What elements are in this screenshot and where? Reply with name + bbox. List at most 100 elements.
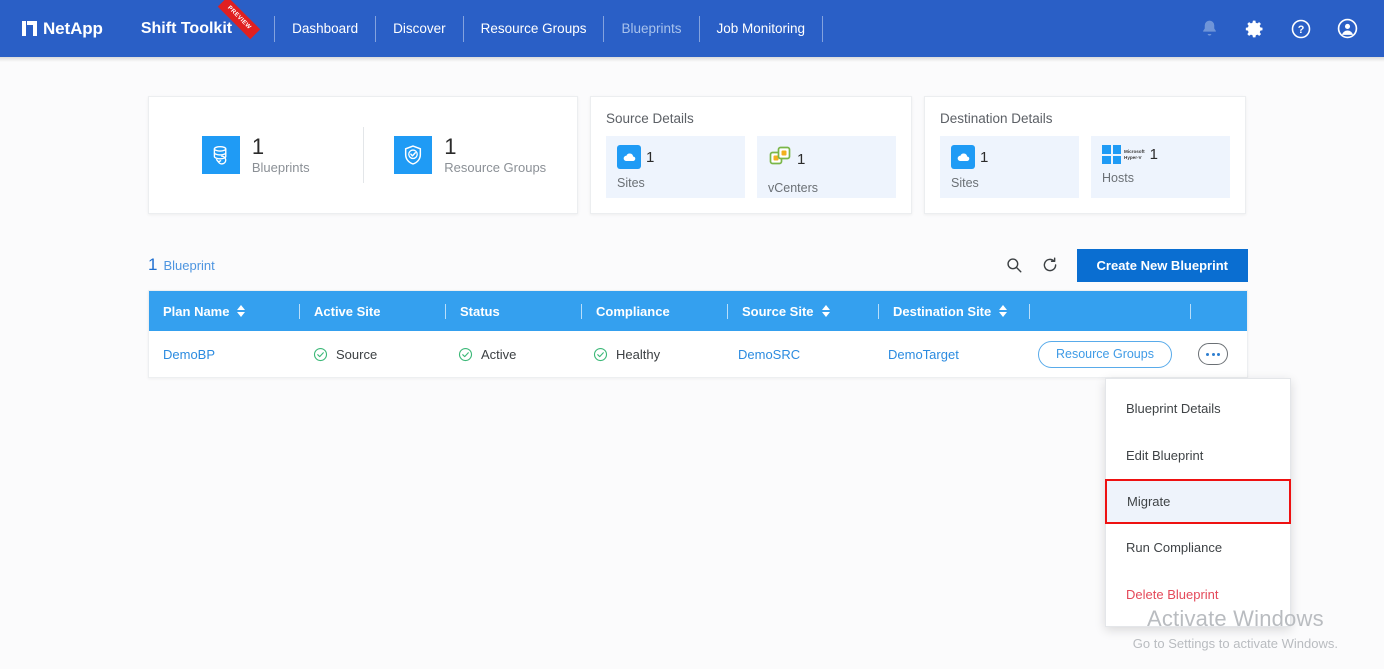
source-vcenters-value: 1 (797, 151, 805, 168)
top-navigation-bar: NetApp Shift Toolkit PREVIEW Dashboard D… (0, 0, 1384, 57)
destination-sites-value: 1 (980, 149, 988, 166)
source-sites-tile[interactable]: 1 Sites (606, 136, 745, 198)
cell-more-actions (1184, 331, 1247, 377)
nav-item-resource-groups[interactable]: Resource Groups (464, 16, 604, 42)
blueprints-count-block[interactable]: 1 Blueprints (149, 135, 363, 175)
blueprint-count-value: 1 (148, 255, 157, 275)
cell-active-site: Source (299, 331, 444, 377)
cell-active-site-text: Source (336, 347, 377, 362)
resource-groups-button[interactable]: Resource Groups (1038, 341, 1172, 368)
destination-sites-label: Sites (951, 176, 1068, 190)
sort-arrows-icon (822, 305, 830, 317)
cell-resource-groups: Resource Groups (1024, 331, 1184, 377)
notifications-bell-icon[interactable] (1198, 18, 1220, 40)
resource-groups-count-value: 1 (444, 135, 546, 158)
destination-hosts-tile[interactable]: Microsoft Hyper-V 1 Hosts (1091, 136, 1230, 198)
user-avatar-icon[interactable] (1336, 18, 1358, 40)
nav-divider (822, 16, 823, 42)
column-header-active-site[interactable]: Active Site (300, 291, 445, 331)
more-actions-icon[interactable] (1198, 343, 1228, 365)
menu-item-run-compliance[interactable]: Run Compliance (1106, 524, 1290, 571)
source-details-title: Source Details (606, 111, 896, 126)
table-row[interactable]: DemoBP Source (149, 331, 1247, 377)
page-content: 1 Blueprints 1 Resou (0, 62, 1384, 669)
menu-item-edit-blueprint[interactable]: Edit Blueprint (1106, 432, 1290, 479)
source-sites-value: 1 (646, 149, 654, 166)
nav-item-discover[interactable]: Discover (376, 16, 463, 42)
database-refresh-icon (202, 136, 240, 174)
sort-arrows-icon (999, 305, 1007, 317)
blueprints-table: Plan Name Active Site Status Compliance (148, 290, 1248, 378)
cell-compliance-text: Healthy (616, 347, 660, 362)
blueprints-count-label: Blueprints (252, 161, 310, 175)
app-window: NetApp Shift Toolkit PREVIEW Dashboard D… (0, 0, 1384, 669)
column-label: Destination Site (893, 304, 991, 319)
status-ok-icon (313, 347, 328, 362)
watermark-subtitle: Go to Settings to activate Windows. (1133, 636, 1338, 651)
nav-item-dashboard[interactable]: Dashboard (275, 16, 375, 42)
nav-item-job-monitoring[interactable]: Job Monitoring (700, 16, 823, 42)
column-header-plan-name[interactable]: Plan Name (149, 291, 299, 331)
nav-item-blueprints[interactable]: Blueprints (604, 16, 698, 42)
hyperv-brand-line-1: Microsoft (1124, 149, 1145, 155)
cell-source-site[interactable]: DemoSRC (724, 331, 874, 377)
cell-destination-site[interactable]: DemoTarget (874, 331, 1024, 377)
column-header-actions (1030, 291, 1190, 331)
cell-status: Active (444, 331, 579, 377)
status-ok-icon (458, 347, 473, 362)
destination-details-card: Destination Details 1 Sites (924, 96, 1246, 214)
source-vcenters-label: vCenters (768, 181, 885, 195)
column-label: Status (460, 304, 500, 319)
resource-groups-count-block[interactable]: 1 Resource Groups (364, 135, 578, 175)
vmware-vcenter-icon (768, 145, 792, 174)
netapp-logo[interactable]: NetApp (22, 19, 103, 39)
sort-arrows-icon (237, 305, 245, 317)
counts-card: 1 Blueprints 1 Resou (148, 96, 578, 214)
source-sites-label: Sites (617, 176, 734, 190)
top-bar-actions: ? (1198, 0, 1358, 57)
shield-check-icon (394, 136, 432, 174)
column-header-destination-site[interactable]: Destination Site (879, 291, 1029, 331)
column-header-status[interactable]: Status (446, 291, 581, 331)
destination-hosts-value: 1 (1150, 146, 1158, 163)
cloud-icon (617, 145, 641, 169)
column-header-compliance[interactable]: Compliance (582, 291, 727, 331)
microsoft-hyperv-icon: Microsoft Hyper-V (1102, 145, 1145, 164)
column-label: Compliance (596, 304, 670, 319)
cell-plan-name[interactable]: DemoBP (149, 331, 299, 377)
create-new-blueprint-button[interactable]: Create New Blueprint (1077, 249, 1248, 282)
menu-item-migrate[interactable]: Migrate (1105, 479, 1291, 524)
destination-sites-tile[interactable]: 1 Sites (940, 136, 1079, 198)
product-title: Shift Toolkit (141, 20, 232, 37)
column-label: Source Site (742, 304, 814, 319)
brand-name: NetApp (43, 19, 103, 39)
hyperv-brand-line-2: Hyper-V (1124, 155, 1145, 161)
gear-icon[interactable] (1244, 18, 1266, 40)
row-actions-menu: Blueprint Details Edit Blueprint Migrate… (1105, 378, 1291, 627)
search-icon[interactable] (1005, 256, 1023, 274)
blueprint-count: 1 Blueprint (148, 255, 215, 275)
blueprints-count-value: 1 (252, 135, 310, 158)
windows-flag-icon (1102, 145, 1121, 164)
menu-item-blueprint-details[interactable]: Blueprint Details (1106, 385, 1290, 432)
blueprint-count-label: Blueprint (163, 258, 214, 273)
cloud-icon (951, 145, 975, 169)
help-icon[interactable]: ? (1290, 18, 1312, 40)
destination-details-title: Destination Details (940, 111, 1230, 126)
column-header-more (1191, 291, 1247, 331)
refresh-icon[interactable] (1041, 256, 1059, 274)
product-title-group: Shift Toolkit PREVIEW (141, 20, 258, 38)
column-label: Active Site (314, 304, 380, 319)
source-vcenters-tile[interactable]: 1 vCenters (757, 136, 896, 198)
netapp-mark-icon (22, 21, 37, 36)
blueprint-list-toolbar: 1 Blueprint Create New Blueprint (148, 242, 1248, 288)
status-ok-icon (593, 347, 608, 362)
resource-groups-count-label: Resource Groups (444, 161, 546, 175)
summary-cards-row: 1 Blueprints 1 Resou (148, 96, 1246, 214)
table-header-row: Plan Name Active Site Status Compliance (149, 291, 1247, 331)
cell-compliance: Healthy (579, 331, 724, 377)
menu-item-delete-blueprint[interactable]: Delete Blueprint (1106, 571, 1290, 618)
column-header-source-site[interactable]: Source Site (728, 291, 878, 331)
destination-hosts-label: Hosts (1102, 171, 1219, 185)
cell-status-text: Active (481, 347, 516, 362)
